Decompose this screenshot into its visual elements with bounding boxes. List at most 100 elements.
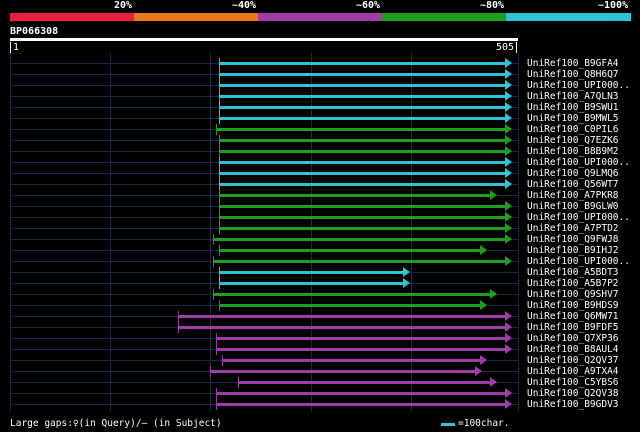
hit-arrow-icon [505,234,512,244]
hit-arrow-icon [505,113,512,123]
hit-alignment-bar [222,359,482,362]
hit-name-link[interactable]: UniRef100_A7QLN3 [527,91,619,102]
hit-row[interactable]: UniRef100_Q9FWJ8 [0,234,640,245]
hit-row[interactable]: UniRef100_A5BDT3 [0,267,640,278]
hit-alignment-bar [219,205,506,208]
hit-alignment-bar [219,106,506,109]
hit-name-link[interactable]: UniRef100_B9IHJ2 [527,245,619,256]
hit-arrow-icon [505,256,512,266]
hit-row[interactable]: UniRef100_Q8H6Q7 [0,69,640,80]
hit-name-link[interactable]: UniRef100_UPI000.. [527,157,630,168]
hit-arrow-icon [505,91,512,101]
hit-name-link[interactable]: UniRef100_B9MWL5 [527,113,619,124]
hit-alignment-bar [219,73,506,76]
hit-arrow-icon [505,102,512,112]
hit-name-link[interactable]: UniRef100_UPI000.. [527,256,630,267]
hit-name-link[interactable]: UniRef100_A5BDT3 [527,267,619,278]
hit-alignment-bar [219,172,506,175]
hit-row[interactable]: UniRef100_Q9SHV7 [0,289,640,300]
hit-row[interactable]: UniRef100_A9TXA4 [0,366,640,377]
hit-row[interactable]: UniRef100_UPI000.. [0,157,640,168]
hit-name-link[interactable]: UniRef100_A7PKR8 [527,190,619,201]
hit-row[interactable]: UniRef100_Q7EZK6 [0,135,640,146]
hit-arrow-icon [505,124,512,134]
hit-arrow-icon [505,135,512,145]
hit-alignment-bar [178,326,506,329]
hit-name-link[interactable]: UniRef100_B9HDS9 [527,300,619,311]
hit-row[interactable]: UniRef100_Q56WT7 [0,179,640,190]
hit-name-link[interactable]: UniRef100_B9SWU1 [527,102,619,113]
hit-row[interactable]: UniRef100_B9MWL5 [0,113,640,124]
hit-row[interactable]: UniRef100_Q7XP36 [0,333,640,344]
hit-row[interactable]: UniRef100_A5B7P2 [0,278,640,289]
hit-arrow-icon [505,58,512,68]
hit-name-link[interactable]: UniRef100_Q9LMQ6 [527,168,619,179]
hit-row[interactable]: UniRef100_UPI000.. [0,256,640,267]
hit-row[interactable]: UniRef100_Q2QV38 [0,388,640,399]
hit-row[interactable]: UniRef100_UPI000.. [0,80,640,91]
hit-arrow-icon [505,388,512,398]
hit-alignment-bar [219,139,506,142]
hit-name-link[interactable]: UniRef100_Q2QV38 [527,388,619,399]
hit-name-link[interactable]: UniRef100_Q8H6Q7 [527,69,619,80]
hit-arrow-icon [403,267,411,277]
hit-row[interactable]: UniRef100_C0PIL6 [0,124,640,135]
hit-name-link[interactable]: UniRef100_Q6MW71 [527,311,619,322]
hit-name-link[interactable]: UniRef100_B8AUL4 [527,344,619,355]
hit-row[interactable]: UniRef100_B8AUL4 [0,344,640,355]
hit-name-link[interactable]: UniRef100_A9TXA4 [527,366,619,377]
hit-row[interactable]: UniRef100_C5YBS6 [0,377,640,388]
hit-name-link[interactable]: UniRef100_Q56WT7 [527,179,619,190]
hit-name-link[interactable]: UniRef100_UPI000.. [527,80,630,91]
hit-name-link[interactable]: UniRef100_B9GLW0 [527,201,619,212]
hit-row[interactable]: UniRef100_B9HDS9 [0,300,640,311]
hit-name-link[interactable]: UniRef100_C0PIL6 [527,124,619,135]
hit-row[interactable]: UniRef100_B9GLW0 [0,201,640,212]
hit-row[interactable]: UniRef100_B9GDV3 [0,399,640,410]
hit-alignment-bar [219,216,506,219]
scale-label: =100char. [458,418,510,429]
hit-name-link[interactable]: UniRef100_B9FDF5 [527,322,619,333]
hit-row[interactable]: UniRef100_B8B9M2 [0,146,640,157]
scale-label-5: ~100% [598,0,629,11]
hit-name-link[interactable]: UniRef100_Q9SHV7 [527,289,619,300]
hit-alignment-bar [219,304,482,307]
hit-arrow-icon [475,366,483,376]
hit-name-link[interactable]: UniRef100_Q7XP36 [527,333,619,344]
hit-arrow-icon [505,80,512,90]
hit-row[interactable]: UniRef100_B9GFA4 [0,58,640,69]
hit-row[interactable]: UniRef100_Q9LMQ6 [0,168,640,179]
hit-row[interactable]: UniRef100_A7PTD2 [0,223,640,234]
hit-alignment-bar [219,183,506,186]
hit-name-link[interactable]: UniRef100_UPI000.. [527,212,630,223]
hit-name-link[interactable]: UniRef100_A5B7P2 [527,278,619,289]
hit-arrow-icon [490,289,498,299]
hit-row[interactable]: UniRef100_B9IHJ2 [0,245,640,256]
hit-row[interactable]: UniRef100_Q6MW71 [0,311,640,322]
hit-name-link[interactable]: UniRef100_B9GFA4 [527,58,619,69]
gap-legend: Large gaps:♀(in Query)/— (in Subject) [10,418,222,429]
hit-alignment-bar [213,238,506,241]
hit-row[interactable]: UniRef100_B9FDF5 [0,322,640,333]
hit-name-link[interactable]: UniRef100_Q7EZK6 [527,135,619,146]
hit-arrow-icon [505,157,512,167]
scale-bar-2 [134,13,258,21]
hit-name-link[interactable]: UniRef100_B9GDV3 [527,399,619,410]
hit-row[interactable]: UniRef100_A7PKR8 [0,190,640,201]
hit-alignment-bar [238,381,492,384]
hit-name-link[interactable]: UniRef100_C5YBS6 [527,377,619,388]
hit-alignment-bar [219,117,506,120]
hit-row[interactable]: UniRef100_A7QLN3 [0,91,640,102]
hit-row[interactable]: UniRef100_Q2QV37 [0,355,640,366]
hit-arrow-icon [505,201,512,211]
hit-row[interactable]: UniRef100_B9SWU1 [0,102,640,113]
hit-arrow-icon [403,278,411,288]
hit-name-link[interactable]: UniRef100_B8B9M2 [527,146,619,157]
hit-name-link[interactable]: UniRef100_Q9FWJ8 [527,234,619,245]
hit-name-link[interactable]: UniRef100_Q2QV37 [527,355,619,366]
ruler-start-tick [10,42,11,53]
hit-alignment-bar [219,249,482,252]
hit-arrow-icon [505,146,512,156]
hit-name-link[interactable]: UniRef100_A7PTD2 [527,223,619,234]
hit-row[interactable]: UniRef100_UPI000.. [0,212,640,223]
